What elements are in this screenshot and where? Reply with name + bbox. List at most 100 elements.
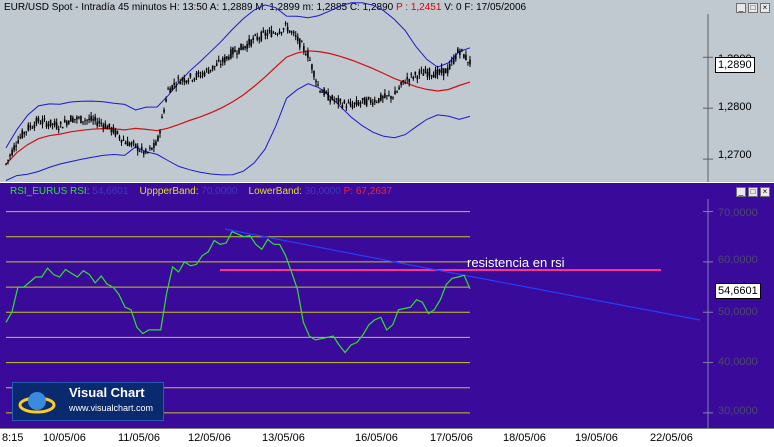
candle-body: [319, 90, 321, 93]
candle-body: [211, 65, 214, 70]
candle-body: [19, 136, 21, 139]
candle-body: [53, 121, 56, 126]
candle-body: [149, 147, 151, 149]
candle-body: [452, 57, 455, 64]
candle-body: [17, 140, 19, 144]
candle-body: [175, 85, 178, 88]
candle-body: [373, 99, 376, 103]
visualchart-logo: Visual Chart www.visualchart.com: [12, 382, 164, 421]
candle-body: [355, 100, 358, 105]
candle-body: [161, 116, 163, 119]
candle-body: [145, 149, 147, 153]
candle-body: [39, 123, 42, 125]
candle-body: [315, 80, 317, 83]
candle-body: [412, 76, 415, 79]
candle-body: [276, 34, 279, 36]
candle-body: [303, 46, 305, 51]
candle-body: [294, 35, 297, 37]
candle-body: [226, 56, 228, 60]
logo-url: www.visualchart.com: [69, 403, 154, 413]
candle-body: [159, 130, 161, 134]
candle-body: [70, 115, 72, 122]
candle-body: [264, 32, 267, 36]
candle-body: [72, 117, 74, 123]
candle-body: [333, 100, 336, 102]
candle-body: [406, 77, 408, 80]
candle-body: [459, 51, 461, 55]
candle-body: [27, 124, 30, 131]
candle-body: [339, 99, 342, 102]
candle-body: [327, 92, 329, 101]
candle-body: [224, 56, 226, 63]
candle-body: [215, 63, 218, 66]
candle-body: [199, 75, 202, 78]
candle-body: [132, 141, 135, 143]
candle-body: [55, 122, 58, 129]
candle-body: [432, 74, 435, 78]
candle-body: [51, 123, 54, 125]
candle-body: [35, 118, 38, 124]
candle-body: [155, 141, 157, 146]
candle-body: [124, 142, 127, 145]
candle-body: [78, 117, 80, 119]
candle-body: [260, 31, 263, 41]
candle-body: [365, 98, 368, 106]
candle-body: [321, 91, 323, 93]
candle-body: [234, 49, 236, 53]
candle-body: [244, 46, 246, 49]
candle-body: [222, 58, 224, 63]
candle-body: [359, 102, 362, 104]
candle-body: [80, 115, 82, 124]
price-tick: 1,2700: [718, 149, 752, 161]
candle-body: [418, 71, 421, 75]
candle-body: [386, 95, 388, 97]
candle-body: [88, 118, 90, 121]
candle-body: [351, 104, 354, 109]
candle-body: [422, 73, 425, 76]
candle-body: [375, 101, 378, 103]
candle-body: [213, 65, 216, 67]
candle-body: [163, 109, 165, 113]
candle-body: [345, 106, 348, 108]
candle-body: [96, 122, 98, 126]
candle-body: [270, 30, 273, 38]
candle-body: [197, 71, 200, 74]
candle-body: [41, 119, 44, 124]
price-chart-panel[interactable]: EUR/USD Spot - Intradía 45 minutos H: 13…: [0, 0, 774, 182]
rsi-chart-panel[interactable]: RSI_EURUS RSI: 54,6601 UppperBand: 70,00…: [0, 183, 774, 428]
candle-body: [388, 94, 390, 96]
candle-body: [5, 163, 7, 165]
candle-body: [153, 142, 155, 148]
rsi-tick: 40,0000: [718, 356, 758, 368]
candle-body: [410, 73, 413, 75]
candle-body: [177, 77, 180, 79]
candle-body: [31, 127, 34, 129]
candle-body: [335, 98, 338, 100]
candle-body: [390, 96, 392, 99]
candle-body: [402, 80, 404, 83]
candle-body: [187, 80, 190, 82]
candle-body: [250, 39, 252, 47]
candle-body: [43, 118, 46, 120]
candle-body: [394, 90, 396, 95]
price-plot[interactable]: [0, 0, 774, 182]
candle-body: [268, 30, 271, 32]
candle-body: [74, 118, 76, 120]
candle-body: [236, 53, 238, 55]
candle-body: [457, 48, 459, 53]
candle-body: [128, 143, 131, 146]
candle-body: [126, 140, 129, 147]
candle-body: [278, 31, 281, 34]
candle-body: [136, 145, 139, 152]
last-price-box: 1,2890: [715, 57, 755, 73]
candle-body: [248, 38, 250, 45]
candle-body: [428, 68, 431, 76]
candle-body: [398, 87, 400, 90]
candle-body: [378, 98, 380, 103]
candle-body: [436, 69, 439, 75]
candle-body: [59, 122, 62, 124]
candle-body: [13, 145, 15, 151]
candle-body: [252, 37, 254, 41]
candle-body: [430, 75, 433, 77]
candle-body: [242, 46, 244, 50]
